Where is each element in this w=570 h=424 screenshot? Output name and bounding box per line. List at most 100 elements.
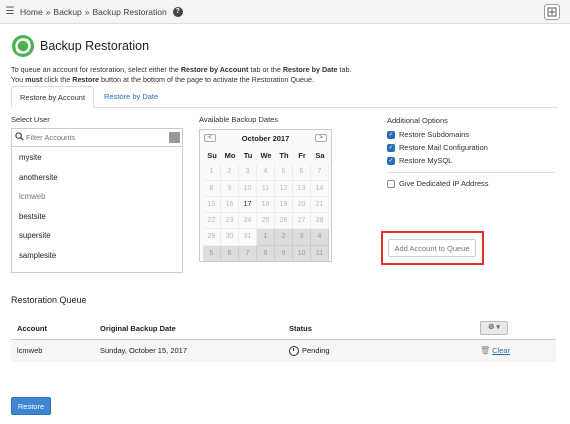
calendar-day: 3	[239, 164, 257, 181]
calendar-dow: Tu	[243, 151, 253, 160]
restore-subdomains-option[interactable]: ✓ Restore Subdomains	[387, 130, 469, 139]
available-dates-label: Available Backup Dates	[199, 115, 279, 124]
table-row: lcmweb Sunday, October 15, 2017 Pending …	[11, 340, 556, 362]
restore-mail-option[interactable]: ✓ Restore Mail Configuration	[387, 143, 488, 152]
intro-text-part: You	[11, 75, 26, 84]
calendar-day: 15	[203, 196, 221, 214]
calendar-prev-button[interactable]: <	[204, 134, 216, 142]
list-item[interactable]: samplesite	[12, 246, 182, 266]
option-label: Restore Mail Configuration	[399, 143, 488, 152]
calendar-day: 13	[293, 180, 311, 197]
calendar-day: 4	[257, 164, 275, 181]
calendar-day: 27	[293, 213, 311, 230]
column-status: Status	[289, 324, 312, 333]
calendar-day: 4	[311, 229, 329, 246]
calendar-day: 11	[311, 245, 329, 263]
calendar-day: 31	[239, 229, 257, 246]
checkbox-unchecked-icon[interactable]	[387, 179, 395, 188]
calendar-day: 8	[257, 245, 275, 263]
backup-date-calendar: < October 2017 > Su Mo Tu We Th Fr Sa 1 2 3 4 5 6 7 8 9…	[199, 129, 332, 263]
trash-icon[interactable]: 🗑	[480, 346, 490, 355]
calendar-day: 18	[257, 196, 275, 214]
highlight-box: Add Account to Queue	[381, 231, 484, 265]
queue-settings-button[interactable]: ⚙ ▾	[480, 321, 508, 335]
filter-accounts-input[interactable]	[26, 133, 166, 142]
expand-icon	[547, 7, 557, 17]
list-item[interactable]: supersite	[12, 226, 182, 246]
calendar-day: 11	[257, 180, 275, 197]
dedicated-ip-option[interactable]: Give Dedicated IP Address	[387, 179, 489, 188]
calendar-dow: Sa	[315, 151, 325, 160]
list-item[interactable]: lcmweb	[12, 187, 182, 207]
calendar-day: 24	[239, 213, 257, 230]
filter-options-icon[interactable]	[169, 132, 180, 143]
calendar-day: 12	[275, 180, 293, 197]
restore-tabs: Restore by Account Restore by Date	[11, 86, 558, 108]
calendar-dow: Mo	[224, 151, 236, 160]
list-item[interactable]: bestsite	[12, 207, 182, 227]
calendar-dow: We	[260, 151, 272, 160]
add-account-to-queue-button[interactable]: Add Account to Queue	[388, 239, 476, 257]
column-account: Account	[17, 324, 47, 333]
calendar-day: 5	[275, 164, 293, 181]
tab-restore-by-account[interactable]: Restore by Account	[11, 86, 95, 108]
help-icon[interactable]: ?	[172, 6, 183, 17]
restoration-queue-table: Account Original Backup Date Status ⚙ ▾ …	[11, 318, 556, 362]
tab-restore-by-date[interactable]: Restore by Date	[96, 86, 166, 108]
intro-text-part: tab.	[337, 65, 352, 74]
calendar-day: 22	[203, 213, 221, 230]
checkbox-checked-icon[interactable]: ✓	[387, 156, 395, 165]
breadcrumb: Home » Backup » Backup Restoration ?	[20, 6, 183, 17]
restore-mysql-option[interactable]: ✓ Restore MySQL	[387, 156, 452, 165]
list-item[interactable]: anothersite	[12, 168, 182, 188]
calendar-day: 29	[203, 229, 221, 246]
table-header: Account Original Backup Date Status ⚙ ▾	[11, 318, 556, 340]
intro-text: To queue an account for restoration, sel…	[11, 65, 481, 85]
calendar-day: 28	[311, 213, 329, 230]
list-item[interactable]: mysite	[12, 148, 182, 168]
calendar-day: 14	[311, 180, 329, 197]
calendar-day: 20	[293, 196, 311, 214]
filter-accounts-box	[11, 128, 183, 147]
calendar-day: 10	[239, 180, 257, 197]
restoration-queue-title: Restoration Queue	[11, 295, 87, 305]
calendar-day: 5	[203, 245, 221, 263]
breadcrumb-current: Backup Restoration	[92, 6, 167, 17]
calendar-month: October 2017	[241, 133, 290, 143]
clock-icon	[289, 346, 299, 356]
option-label: Restore Subdomains	[399, 130, 470, 139]
select-user-label: Select User	[11, 115, 50, 124]
backup-restoration-icon	[12, 35, 34, 57]
calendar-day: 1	[203, 164, 221, 181]
calendar-day: 19	[275, 196, 293, 214]
calendar-day: 1	[257, 229, 275, 246]
calendar-dow: Su	[207, 151, 217, 160]
calendar-week: 8 9 10 11 12 13 14	[203, 180, 329, 197]
account-list[interactable]: mysite anothersite lcmweb bestsite super…	[11, 148, 183, 273]
calendar-dow-row: Su Mo Tu We Th Fr Sa	[203, 148, 329, 164]
calendar-day: 7	[239, 245, 257, 263]
expand-view-button[interactable]	[544, 4, 560, 20]
row-date: Sunday, October 15, 2017	[100, 346, 188, 355]
restore-button[interactable]: Restore	[11, 397, 51, 415]
chevron-down-icon: ▾	[496, 324, 500, 331]
checkbox-checked-icon[interactable]: ✓	[387, 130, 395, 139]
intro-text-part: To queue an account for restoration, sel…	[11, 65, 181, 74]
calendar-day-available[interactable]: 17	[239, 196, 257, 214]
calendar-day: 6	[221, 245, 239, 263]
calendar-dow: Th	[279, 151, 289, 160]
intro-text-bold: Restore by Date	[282, 65, 338, 74]
calendar-day: 16	[221, 196, 239, 214]
option-label: Give Dedicated IP Address	[399, 179, 489, 188]
calendar-grid: Su Mo Tu We Th Fr Sa 1 2 3 4 5 6 7 8 9 10 11 12 13 14 15 16 17 1…	[203, 148, 329, 263]
clear-link[interactable]: Clear	[492, 346, 510, 355]
checkbox-checked-icon[interactable]: ✓	[387, 143, 395, 152]
intro-text-part: tab or the	[248, 65, 283, 74]
breadcrumb-backup[interactable]: Backup	[53, 7, 81, 17]
breadcrumb-home[interactable]: Home	[20, 7, 43, 17]
calendar-next-button[interactable]: >	[315, 134, 327, 142]
menu-toggle-icon[interactable]: ☰	[0, 0, 20, 24]
column-date: Original Backup Date	[100, 324, 176, 333]
calendar-week: 5 6 7 8 9 10 11	[203, 245, 329, 263]
calendar-day: 8	[203, 180, 221, 197]
